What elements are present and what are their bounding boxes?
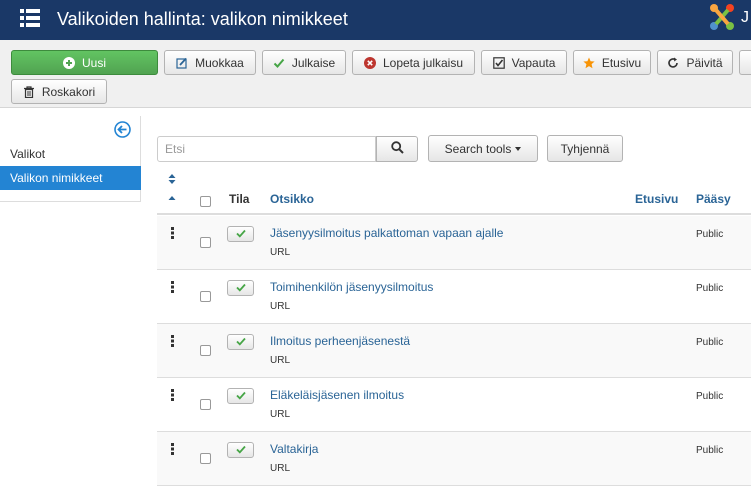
- check-icon: [273, 57, 285, 69]
- item-type: URL: [270, 463, 291, 474]
- item-title-link[interactable]: Toimihenkilön jäsenyysilmoitus: [270, 280, 433, 294]
- item-title-link[interactable]: Valtakirja: [270, 442, 318, 456]
- edit-button[interactable]: Muokkaa: [164, 50, 256, 75]
- trash-button[interactable]: Roskakori: [11, 79, 107, 104]
- search-tools-button[interactable]: Search tools: [428, 135, 538, 162]
- row-checkbox[interactable]: [200, 345, 211, 356]
- drag-handle-icon[interactable]: [171, 281, 175, 293]
- drag-handle-icon[interactable]: [171, 335, 175, 347]
- home-button-label: Etusivu: [601, 55, 642, 70]
- item-access: Public: [696, 283, 724, 294]
- drag-handle-icon[interactable]: [171, 227, 175, 239]
- page-title: Valikoiden hallinta: valikon nimikkeet: [57, 9, 348, 29]
- item-type: URL: [270, 301, 291, 312]
- sort-ordering-icon[interactable]: [168, 174, 176, 205]
- refresh-icon: [667, 57, 679, 69]
- row-checkbox[interactable]: [200, 291, 211, 302]
- column-access[interactable]: Pääsy: [696, 192, 731, 206]
- item-title-link[interactable]: Eläkeläisjäsenen ilmoitus: [270, 388, 404, 402]
- more-button[interactable]: [739, 50, 751, 75]
- column-home[interactable]: Etusivu: [635, 192, 678, 206]
- item-type: URL: [270, 247, 291, 258]
- search-tools-label: Search tools: [444, 141, 512, 156]
- sidebar: Valikot Valikon nimikkeet: [0, 116, 141, 202]
- check-icon: [235, 335, 246, 349]
- column-status[interactable]: Tila: [229, 192, 249, 206]
- caret-down-icon: [515, 146, 522, 151]
- svg-text:J: J: [741, 9, 749, 26]
- drag-handle-icon[interactable]: [171, 443, 175, 455]
- collapse-sidebar-icon[interactable]: [114, 121, 131, 138]
- published-toggle[interactable]: [227, 442, 254, 458]
- item-type: URL: [270, 355, 291, 366]
- published-toggle[interactable]: [227, 226, 254, 242]
- check-icon: [235, 281, 246, 295]
- select-all-checkbox[interactable]: [200, 196, 211, 207]
- app-header: Valikoiden hallinta: valikon nimikkeet J: [0, 0, 751, 40]
- item-access: Public: [696, 229, 724, 240]
- clear-button-label: Tyhjennä: [560, 141, 610, 156]
- unpublish-button-label: Lopeta julkaisu: [382, 55, 464, 70]
- clear-button[interactable]: Tyhjennä: [547, 135, 623, 162]
- trash-button-label: Roskakori: [41, 84, 96, 99]
- checkin-button-label: Vapauta: [511, 55, 556, 70]
- menu-list-icon[interactable]: [20, 8, 40, 28]
- unpublish-icon: [363, 56, 376, 69]
- home-button[interactable]: Etusivu: [573, 50, 651, 75]
- unpublish-button[interactable]: Lopeta julkaisu: [352, 50, 475, 75]
- new-button[interactable]: Uusi: [11, 50, 158, 75]
- checkbox-icon: [492, 56, 505, 69]
- item-access: Public: [696, 337, 724, 348]
- table-row: Ilmoitus perheenjäsenestä URL Public: [157, 324, 751, 378]
- check-icon: [235, 389, 246, 403]
- star-icon: [583, 57, 595, 69]
- publish-button-label: Julkaise: [291, 55, 336, 70]
- new-button-label: Uusi: [81, 55, 106, 70]
- search-input[interactable]: [157, 136, 376, 162]
- edit-icon: [176, 57, 188, 69]
- column-title[interactable]: Otsikko: [270, 192, 314, 206]
- trash-icon: [23, 85, 35, 98]
- published-toggle[interactable]: [227, 388, 254, 404]
- published-toggle[interactable]: [227, 334, 254, 350]
- sidebar-item-menu-items[interactable]: Valikon nimikkeet: [0, 166, 141, 190]
- table-header: Tila Otsikko Etusivu Pääsy: [157, 170, 751, 215]
- refresh-button-label: Päivitä: [686, 55, 723, 70]
- drag-handle-icon[interactable]: [171, 389, 175, 401]
- item-title-link[interactable]: Jäsenyysilmoitus palkattoman vapaan ajal…: [270, 226, 503, 240]
- table-row: Eläkeläisjäsenen ilmoitus URL Public: [157, 378, 751, 432]
- plus-circle-icon: [62, 56, 75, 69]
- joomla-logo-icon[interactable]: J: [705, 0, 751, 40]
- row-checkbox[interactable]: [200, 237, 211, 248]
- toolbar: Uusi Muokkaa Julkaise Lopeta julkaisu Va…: [0, 40, 751, 108]
- row-checkbox[interactable]: [200, 399, 211, 410]
- edit-button-label: Muokkaa: [195, 55, 244, 70]
- table-row: Toimihenkilön jäsenyysilmoitus URL Publi…: [157, 270, 751, 324]
- search-button[interactable]: [376, 136, 418, 162]
- published-toggle[interactable]: [227, 280, 254, 296]
- check-icon: [235, 227, 246, 241]
- checkin-button[interactable]: Vapauta: [481, 50, 567, 75]
- table-row: Valtakirja URL Public: [157, 432, 751, 486]
- sidebar-item-menus[interactable]: Valikot: [0, 142, 141, 166]
- search-icon: [390, 141, 404, 157]
- item-access: Public: [696, 445, 724, 456]
- check-icon: [235, 443, 246, 457]
- item-access: Public: [696, 391, 724, 402]
- row-checkbox[interactable]: [200, 453, 211, 464]
- refresh-button[interactable]: Päivitä: [657, 50, 733, 75]
- table-row: Jäsenyysilmoitus palkattoman vapaan ajal…: [157, 216, 751, 270]
- item-title-link[interactable]: Ilmoitus perheenjäsenestä: [270, 334, 410, 348]
- publish-button[interactable]: Julkaise: [262, 50, 346, 75]
- item-type: URL: [270, 409, 291, 420]
